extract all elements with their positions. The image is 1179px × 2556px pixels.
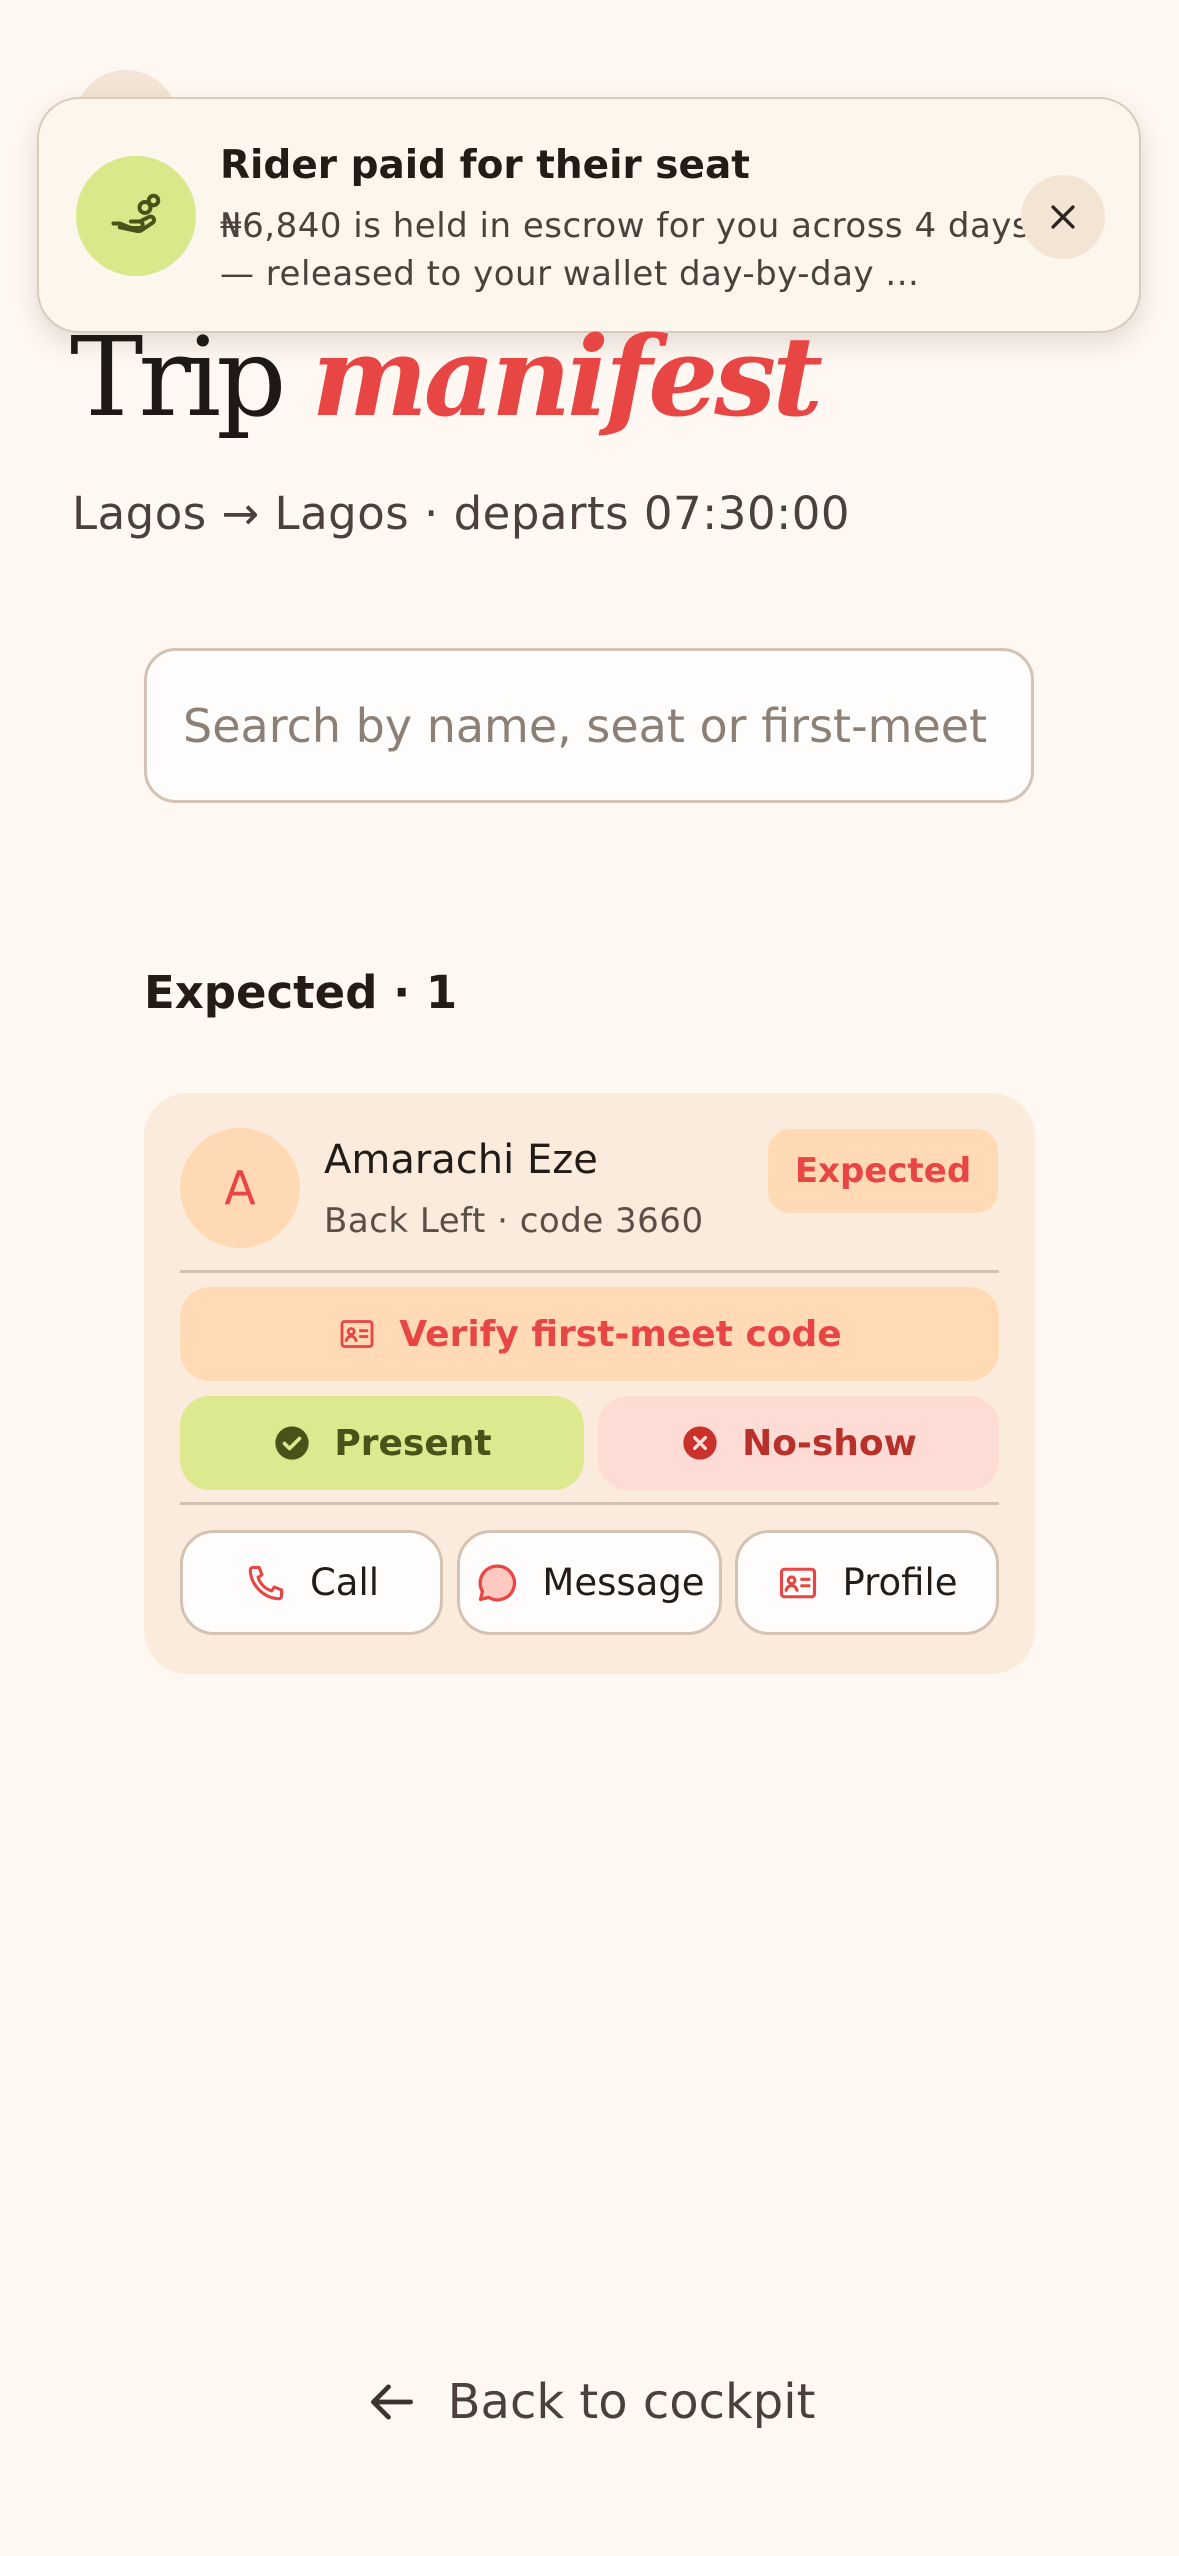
status-badge: Expected bbox=[768, 1129, 998, 1213]
avatar: A bbox=[180, 1128, 300, 1248]
page-title-plain: Trip bbox=[70, 313, 287, 441]
divider bbox=[180, 1502, 999, 1505]
no-show-label: No-show bbox=[742, 1422, 917, 1464]
trip-route: Lagos → Lagos · departs 07:30:00 bbox=[72, 487, 850, 540]
divider bbox=[180, 1270, 999, 1273]
phone-icon bbox=[248, 1565, 284, 1600]
verify-code-button[interactable]: Verify first-meet code bbox=[180, 1287, 999, 1381]
rider-card: A Amarachi Eze Back Left · code 3660 Exp… bbox=[144, 1093, 1035, 1674]
check-circle-icon bbox=[275, 1426, 310, 1460]
arrow-left-icon bbox=[370, 2384, 413, 2420]
page-title-accent: manifest bbox=[311, 312, 823, 441]
call-label: Call bbox=[309, 1561, 380, 1604]
back-to-cockpit-link[interactable]: Back to cockpit bbox=[0, 2374, 1179, 2430]
id-card-icon bbox=[780, 1567, 817, 1598]
close-icon[interactable] bbox=[1021, 175, 1105, 259]
verify-code-label: Verify first-meet code bbox=[399, 1313, 842, 1355]
call-button[interactable]: Call bbox=[180, 1530, 443, 1635]
payment-toast: Rider paid for their seat ₦6,840 is held… bbox=[37, 97, 1141, 333]
rider-seat-code: Back Left · code 3660 bbox=[324, 1201, 704, 1241]
search-input[interactable] bbox=[144, 648, 1034, 803]
hand-coins-icon bbox=[76, 156, 196, 276]
present-button[interactable]: Present bbox=[180, 1396, 584, 1490]
profile-label: Profile bbox=[842, 1561, 958, 1604]
id-card-icon bbox=[340, 1320, 374, 1348]
present-label: Present bbox=[334, 1422, 492, 1464]
section-heading-expected: Expected · 1 bbox=[144, 966, 458, 1019]
profile-button[interactable]: Profile bbox=[735, 1530, 999, 1635]
back-to-cockpit-label: Back to cockpit bbox=[447, 2374, 816, 2430]
message-bubble-icon bbox=[478, 1564, 517, 1601]
message-label: Message bbox=[542, 1561, 705, 1604]
x-circle-icon bbox=[683, 1426, 717, 1460]
page-title: Trip manifest bbox=[70, 312, 823, 442]
no-show-button[interactable]: No-show bbox=[598, 1396, 999, 1490]
message-button[interactable]: Message bbox=[457, 1530, 722, 1635]
toast-message: ₦6,840 is held in escrow for you across … bbox=[220, 206, 1031, 294]
toast-title: Rider paid for their seat bbox=[220, 143, 750, 188]
rider-name: Amarachi Eze bbox=[324, 1137, 598, 1183]
